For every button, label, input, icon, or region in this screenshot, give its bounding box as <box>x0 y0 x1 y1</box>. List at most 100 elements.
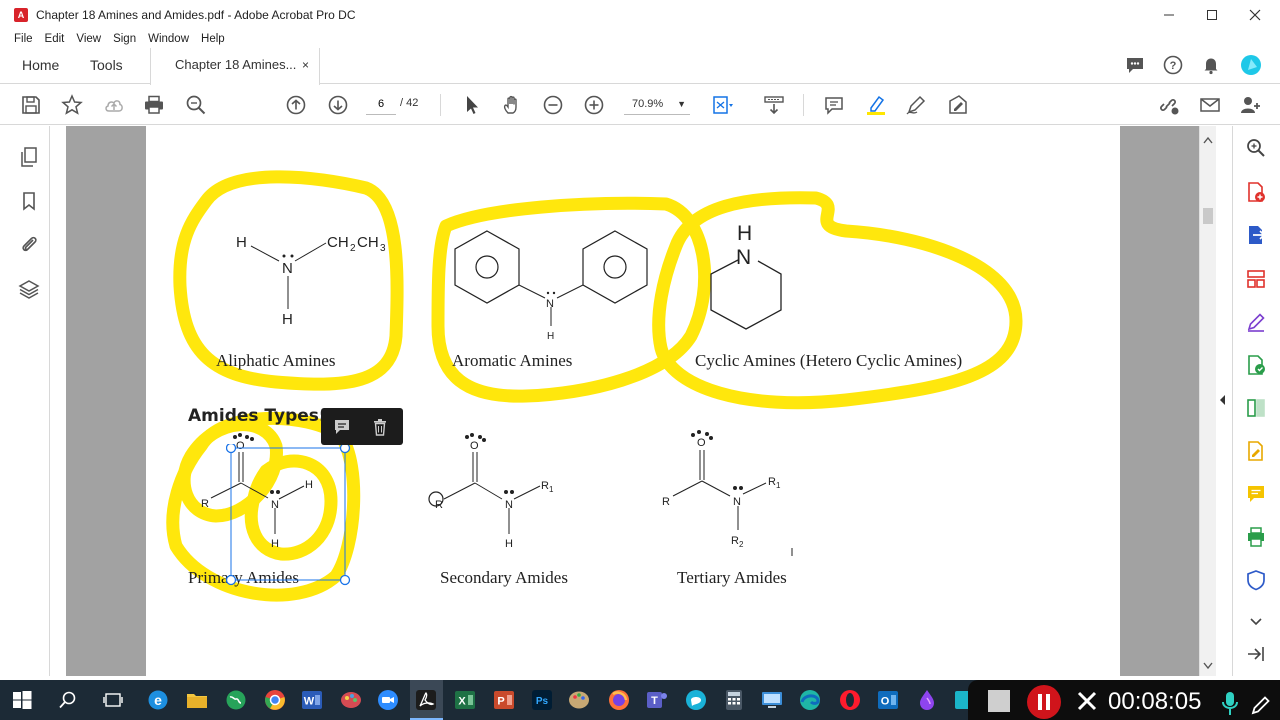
menu-help[interactable]: Help <box>201 33 225 45</box>
compare-files-icon[interactable] <box>1245 397 1267 419</box>
menu-edit[interactable]: Edit <box>45 33 65 45</box>
tab-document[interactable]: Chapter 18 Amines... × <box>150 48 320 85</box>
search-icon[interactable] <box>1245 137 1267 159</box>
resize-handle[interactable] <box>226 444 237 454</box>
more-tools-chevron-icon[interactable] <box>1245 611 1267 633</box>
create-pdf-icon[interactable] <box>1245 181 1267 203</box>
page-number-input[interactable] <box>366 93 396 115</box>
ink-annotations[interactable] <box>146 126 1120 676</box>
cloud-upload-icon[interactable] <box>102 93 126 117</box>
taskbar-search-icon[interactable] <box>56 688 80 712</box>
minimize-button[interactable] <box>1146 0 1192 30</box>
fit-page-icon[interactable] <box>710 93 734 117</box>
print-production-icon[interactable] <box>1245 526 1267 548</box>
page-thumbnails-icon[interactable] <box>18 146 40 168</box>
calculator-icon[interactable] <box>722 688 746 712</box>
cancel-recording-icon[interactable] <box>1076 690 1098 712</box>
selection-bounding-box[interactable] <box>226 444 356 586</box>
pen-annotate-icon[interactable] <box>1250 694 1272 716</box>
task-view-icon[interactable] <box>101 688 125 712</box>
sticky-note-icon[interactable] <box>1245 483 1267 505</box>
photoshop-icon[interactable]: Ps <box>530 688 554 712</box>
layers-icon[interactable] <box>18 278 40 300</box>
next-page-icon[interactable] <box>326 93 350 117</box>
document-viewport[interactable]: H N H CH 2 CH 3 N H H N Aliphatic Amines… <box>66 126 1199 676</box>
vertical-scrollbar[interactable] <box>1199 126 1216 676</box>
previous-page-icon[interactable] <box>284 93 308 117</box>
menu-window[interactable]: Window <box>148 33 189 45</box>
export-pdf-icon[interactable] <box>1245 224 1267 246</box>
print-icon[interactable] <box>142 93 166 117</box>
scrollbar-thumb[interactable] <box>1203 208 1213 224</box>
add-user-icon[interactable] <box>1238 93 1262 117</box>
opera-icon[interactable] <box>838 688 862 712</box>
word-icon[interactable]: W <box>300 688 324 712</box>
star-bookmark-icon[interactable] <box>60 93 84 117</box>
bell-icon[interactable] <box>1200 54 1222 76</box>
pdf-page: H N H CH 2 CH 3 N H H N Aliphatic Amines… <box>146 126 1120 676</box>
resize-handle[interactable] <box>226 574 237 586</box>
draw-pen-icon[interactable] <box>904 93 928 117</box>
share-link-icon[interactable] <box>1156 93 1180 117</box>
collapse-rail-icon[interactable] <box>1245 643 1267 665</box>
palette-app-icon[interactable] <box>567 688 591 712</box>
email-icon[interactable] <box>1198 93 1222 117</box>
menu-sign[interactable]: Sign <box>113 33 136 45</box>
comment-bubble-icon[interactable] <box>1124 54 1146 76</box>
protect-shield-icon[interactable] <box>1245 569 1267 591</box>
stop-recording-button[interactable] <box>988 690 1010 712</box>
resize-handle[interactable] <box>339 574 351 586</box>
select-cursor-icon[interactable] <box>460 93 484 117</box>
zoom-out-icon[interactable] <box>541 93 565 117</box>
scroll-up-arrow-icon[interactable] <box>1203 136 1213 144</box>
tab-tools[interactable]: Tools <box>90 48 123 84</box>
tab-home[interactable]: Home <box>22 48 59 84</box>
zoom-level-dropdown[interactable]: 70.9% ▼ <box>624 93 690 115</box>
attachment-icon[interactable] <box>18 233 40 255</box>
add-comment-icon[interactable] <box>822 93 846 117</box>
trash-delete-icon[interactable] <box>370 417 390 437</box>
outlook-icon[interactable]: O <box>876 688 900 712</box>
hand-pan-icon[interactable] <box>500 93 524 117</box>
zoom-meeting-icon[interactable] <box>376 688 400 712</box>
menu-file[interactable]: File <box>14 33 33 45</box>
scroll-mode-icon[interactable] <box>762 93 786 117</box>
tab-close-button[interactable]: × <box>302 48 309 82</box>
highlighter-icon[interactable] <box>864 93 888 117</box>
close-window-button[interactable] <box>1232 0 1278 30</box>
zoom-in-icon[interactable] <box>582 93 606 117</box>
windows-start-icon[interactable] <box>10 688 34 712</box>
globe-app-icon[interactable] <box>224 688 248 712</box>
save-icon[interactable] <box>19 93 43 117</box>
remote-desktop-icon[interactable] <box>760 688 784 712</box>
comment-pdf-icon[interactable] <box>1245 354 1267 376</box>
scroll-down-arrow-icon[interactable] <box>1203 662 1213 670</box>
menu-view[interactable]: View <box>76 33 101 45</box>
chrome-icon[interactable] <box>263 688 287 712</box>
chat-app-icon[interactable] <box>684 688 708 712</box>
microphone-icon[interactable] <box>1222 690 1238 716</box>
expand-right-panel-icon[interactable] <box>1219 394 1227 406</box>
pause-recording-button[interactable] <box>1026 684 1062 720</box>
edge-chromium-icon[interactable] <box>798 688 822 712</box>
edit-pdf-icon[interactable] <box>1245 311 1267 333</box>
file-explorer-icon[interactable] <box>185 688 209 712</box>
powerpoint-icon[interactable]: P <box>492 688 516 712</box>
comment-note-icon[interactable] <box>332 417 352 437</box>
edge-browser-icon[interactable]: e <box>146 688 170 712</box>
organize-pages-icon[interactable] <box>1245 268 1267 290</box>
account-avatar-icon[interactable] <box>1240 54 1262 76</box>
firefox-icon[interactable] <box>607 688 631 712</box>
paint-app-icon[interactable] <box>339 688 363 712</box>
maximize-button[interactable] <box>1189 0 1235 30</box>
fill-sign-tool-icon[interactable] <box>1245 440 1267 462</box>
resize-handle[interactable] <box>339 444 351 454</box>
taskbar-acrobat-active[interactable] <box>410 680 443 720</box>
search-zoom-icon[interactable] <box>184 93 208 117</box>
excel-icon[interactable]: X <box>453 688 477 712</box>
help-icon[interactable]: ? <box>1162 54 1184 76</box>
teams-icon[interactable]: T <box>645 688 669 712</box>
droplet-app-icon[interactable] <box>915 688 939 712</box>
bookmark-icon[interactable] <box>18 190 40 212</box>
fill-sign-icon[interactable] <box>946 93 970 117</box>
